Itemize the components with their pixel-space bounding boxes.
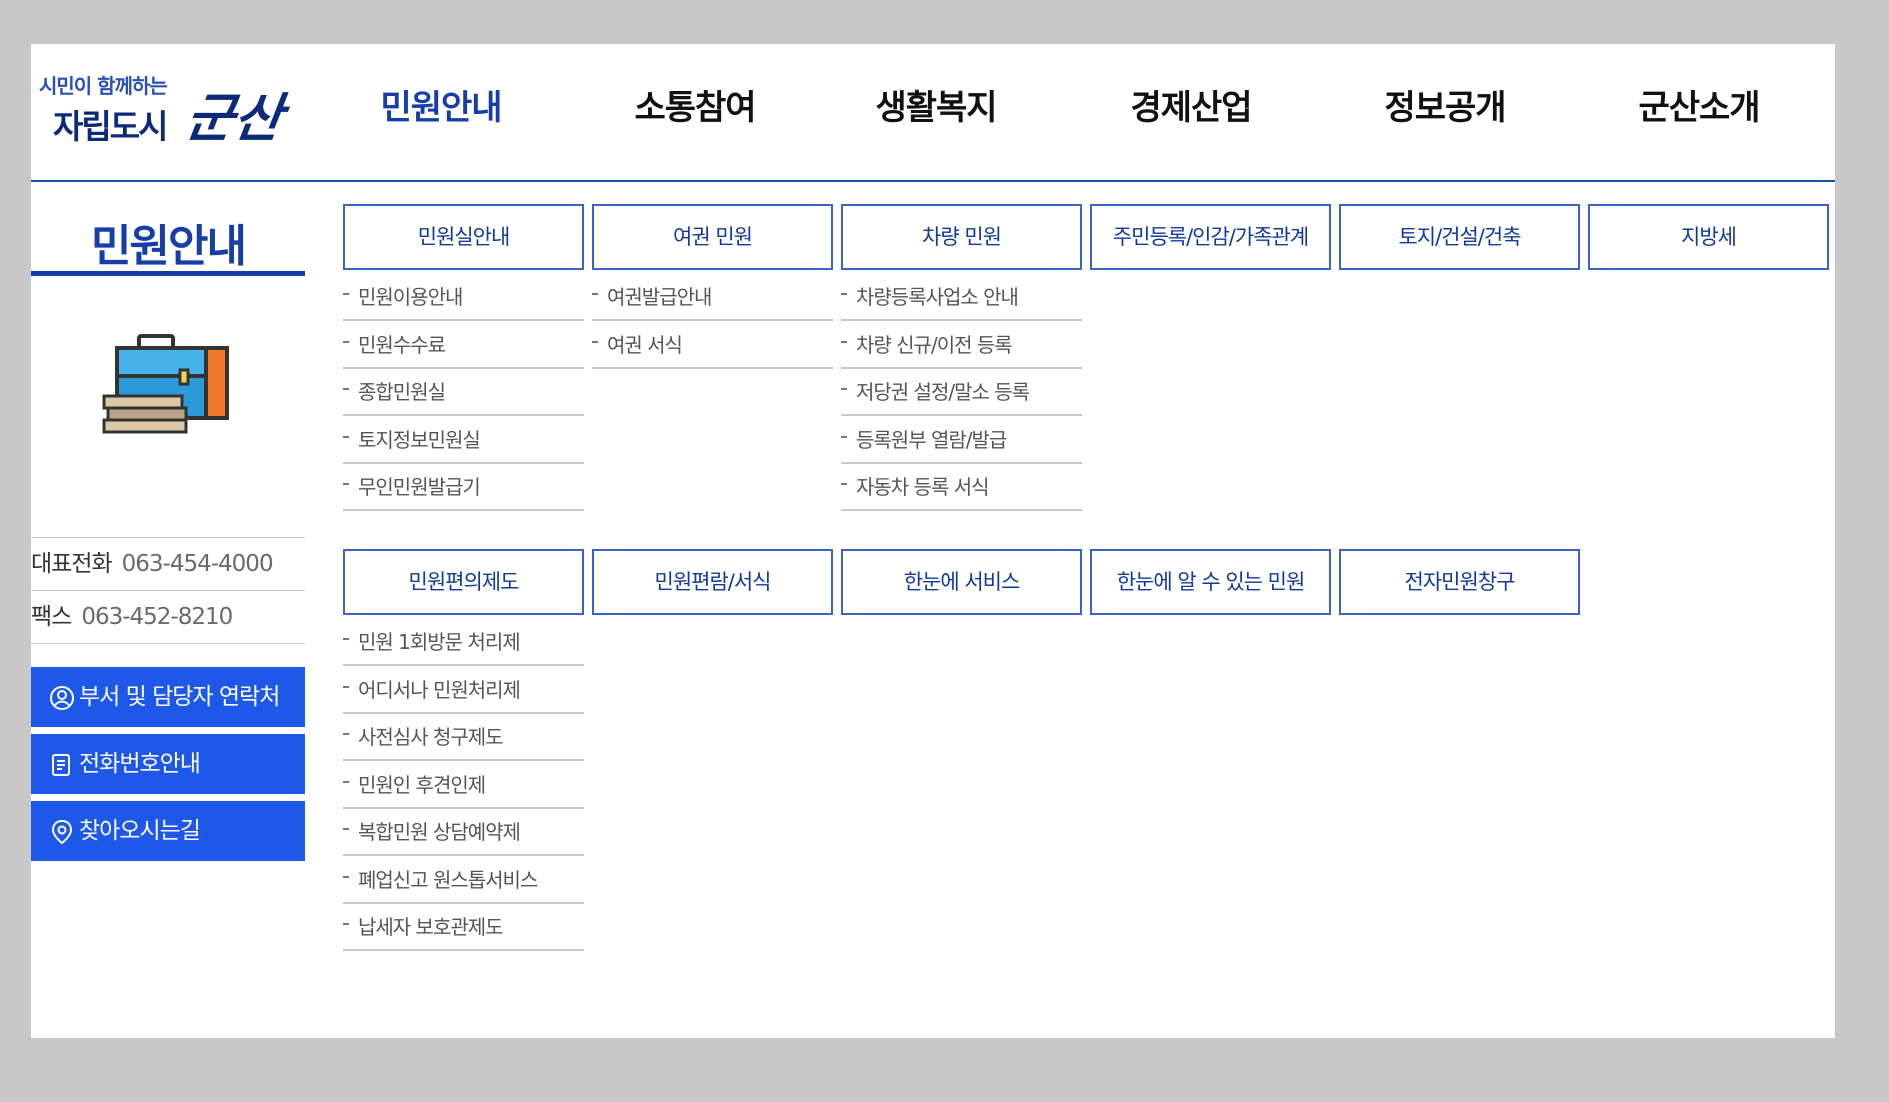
- passport-submenu: 여권발급안내 여권 서식: [592, 275, 833, 370]
- person-search-icon: [50, 685, 74, 710]
- sidebar-title-underline: [31, 271, 305, 276]
- submenu-item[interactable]: 종합민원실: [343, 370, 584, 416]
- gnb-item-economy[interactable]: 경제산업: [1081, 80, 1301, 136]
- submenu-item[interactable]: 차량 신규/이전 등록: [841, 323, 1082, 369]
- civil-office-submenu: 민원이용안내 민원수수료 종합민원실 토지정보민원실 무인민원발급기: [343, 275, 584, 513]
- contact-phone: 대표전화 063-454-4000: [31, 537, 305, 590]
- vehicle-submenu: 차량등록사업소 안내 차량 신규/이전 등록 저당권 설정/말소 등록 등록원부…: [841, 275, 1082, 513]
- briefcase-books-icon: [102, 334, 229, 434]
- category-at-a-glance-service[interactable]: 한눈에 서비스: [841, 549, 1082, 615]
- submenu-item[interactable]: 민원인 후견인제: [343, 763, 584, 809]
- gnb-item-civil[interactable]: 민원안내: [331, 80, 551, 136]
- submenu-item[interactable]: 무인민원발급기: [343, 465, 584, 511]
- document-list-icon: [52, 753, 70, 776]
- submenu-item[interactable]: 등록원부 열람/발급: [841, 418, 1082, 464]
- mega-menu-panel: 시민이 함께하는 자립도시 군산 민원안내 소통참여 생활복지 경제산업 정보공…: [31, 44, 1835, 1038]
- contact-fax-value: 063-452-8210: [81, 604, 233, 630]
- category-passport[interactable]: 여권 민원: [592, 204, 833, 270]
- submenu-item[interactable]: 차량등록사업소 안내: [841, 275, 1082, 321]
- convenience-system-submenu: 민원 1회방문 처리제 어디서나 민원처리제 사전심사 청구제도 민원인 후견인…: [343, 620, 584, 953]
- contact-phone-label: 대표전화: [31, 551, 113, 577]
- gnb-item-disclosure[interactable]: 정보공개: [1335, 80, 1555, 136]
- phone-guide-button[interactable]: 전화번호안내: [31, 734, 305, 794]
- category-e-civil-window[interactable]: 전자민원창구: [1339, 549, 1580, 615]
- logo-city-name: 군산: [182, 88, 287, 149]
- contact-fax-label: 팩스: [31, 604, 72, 630]
- logo-city-type: 자립도시: [53, 107, 168, 146]
- category-local-tax[interactable]: 지방세: [1588, 204, 1829, 270]
- site-header: 시민이 함께하는 자립도시 군산 민원안내 소통참여 생활복지 경제산업 정보공…: [31, 44, 1835, 182]
- submenu-item[interactable]: 어디서나 민원처리제: [343, 668, 584, 714]
- dept-contact-label: 부서 및 담당자 연락처: [79, 684, 280, 710]
- contact-phone-value: 063-454-4000: [121, 551, 274, 577]
- gnb-item-about[interactable]: 군산소개: [1589, 80, 1809, 136]
- submenu-item[interactable]: 토지정보민원실: [343, 418, 584, 464]
- category-land-construction[interactable]: 토지/건설/건축: [1339, 204, 1580, 270]
- dept-contact-button[interactable]: 부서 및 담당자 연락처: [31, 667, 305, 727]
- submenu-item[interactable]: 복합민원 상담예약제: [343, 810, 584, 856]
- global-nav: 민원안내 소통참여 생활복지 경제산업 정보공개 군산소개: [331, 44, 1821, 180]
- sidebar-title: 민원안내: [91, 221, 247, 272]
- submenu-item[interactable]: 민원이용안내: [343, 275, 584, 321]
- category-convenience-system[interactable]: 민원편의제도: [343, 549, 584, 615]
- gnb-item-communication[interactable]: 소통참여: [585, 80, 805, 136]
- category-vehicle[interactable]: 차량 민원: [841, 204, 1082, 270]
- logo-slogan: 시민이 함께하는: [39, 74, 168, 98]
- submenu-item[interactable]: 사전심사 청구제도: [343, 715, 584, 761]
- site-logo[interactable]: 시민이 함께하는 자립도시 군산: [39, 66, 299, 166]
- submenu-item[interactable]: 납세자 보호관제도: [343, 905, 584, 951]
- submenu-item[interactable]: 민원 1회방문 처리제: [343, 620, 584, 666]
- submenu-item[interactable]: 여권 서식: [592, 323, 833, 369]
- directions-button[interactable]: 찾아오시는길: [31, 801, 305, 861]
- directions-label: 찾아오시는길: [79, 818, 201, 844]
- category-at-a-glance-civil[interactable]: 한눈에 알 수 있는 민원: [1090, 549, 1331, 615]
- submenu-item[interactable]: 폐업신고 원스톱서비스: [343, 858, 584, 904]
- location-pin-icon: [51, 819, 73, 844]
- submenu-item[interactable]: 저당권 설정/말소 등록: [841, 370, 1082, 416]
- gnb-item-welfare[interactable]: 생활복지: [826, 80, 1046, 136]
- contact-fax: 팩스 063-452-8210: [31, 590, 305, 644]
- category-civil-office[interactable]: 민원실안내: [343, 204, 584, 270]
- submenu-item[interactable]: 민원수수료: [343, 323, 584, 369]
- submenu-item[interactable]: 자동차 등록 서식: [841, 465, 1082, 511]
- phone-guide-label: 전화번호안내: [79, 751, 201, 777]
- category-handbook-forms[interactable]: 민원편람/서식: [592, 549, 833, 615]
- submenu-item[interactable]: 여권발급안내: [592, 275, 833, 321]
- category-resident-registration[interactable]: 주민등록/인감/가족관계: [1090, 204, 1331, 270]
